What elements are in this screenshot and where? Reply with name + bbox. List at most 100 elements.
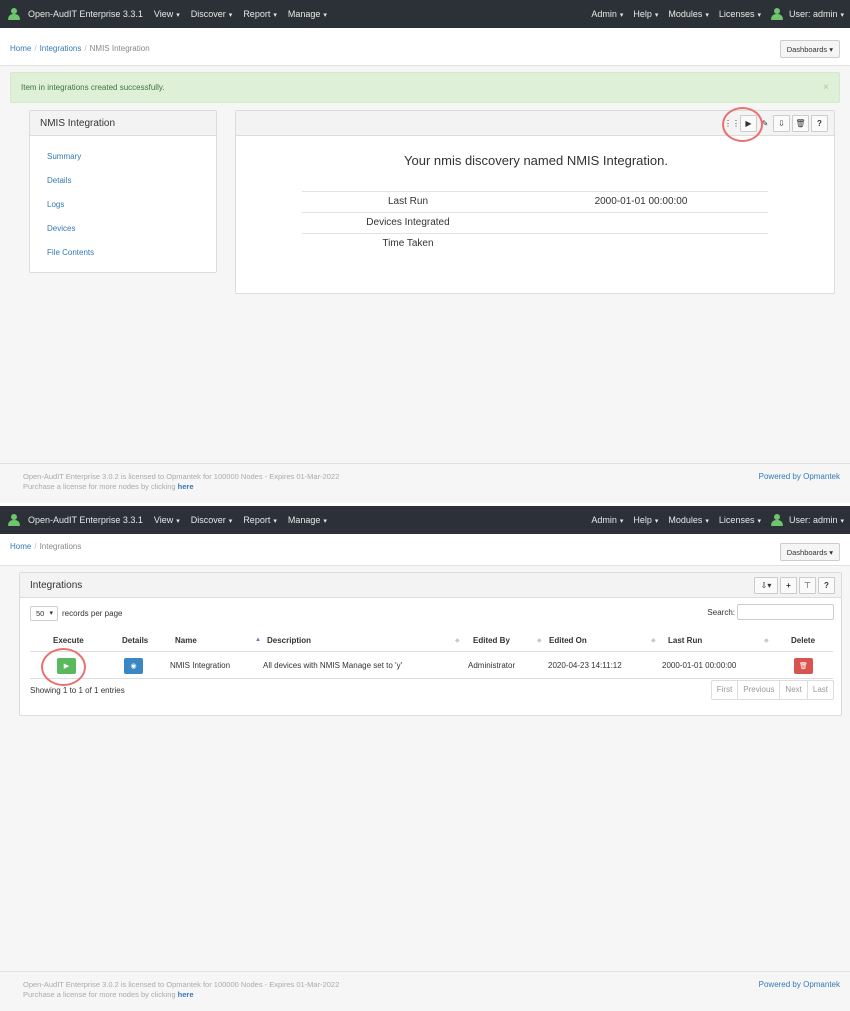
side-link-logs[interactable]: Logs [47,198,216,222]
details-button[interactable]: ◉ [124,658,143,674]
menu-help[interactable]: Help ▾ [633,9,658,19]
breadcrumb-current: NMIS Integration [89,44,150,53]
help-icon[interactable]: ? [818,577,835,594]
play-icon: ▶ [63,663,70,670]
license-text: Open-AudIT Enterprise 3.0.2 is licensed … [23,472,340,491]
menu-view[interactable]: View ▾ [154,9,180,19]
eye-icon: ◉ [130,663,137,670]
row-time-taken: Time Taken [302,233,768,254]
col-description[interactable]: Description [267,636,311,645]
caret-down-icon: ▾ [840,518,844,525]
menu-user[interactable]: User: admin ▾ [789,515,844,525]
col-details: Details [122,636,149,645]
open-audit-logo-icon[interactable] [8,514,20,526]
search-input[interactable] [737,604,834,620]
integrations-panel: Integrations ⇩▾ + ⊤ ? 50 ▾ records per pa… [19,572,842,716]
menu-modules[interactable]: Modules ▾ [668,515,709,525]
caret-down-icon: ▾ [323,518,327,525]
dashboards-button[interactable]: Dashboards ▾ [779,543,840,561]
caret-down-icon: ▾ [273,518,277,525]
breadcrumb: Home / Integrations / NMIS Integration [10,44,150,53]
powered-by-link[interactable]: Powered by Opmantek [759,980,840,989]
search-label: Search: [707,607,735,617]
menu-discover[interactable]: Discover ▾ [191,515,233,525]
records-per-page-label: records per page [62,609,123,618]
brand-link[interactable]: Open-AudIT Enterprise 3.3.1 [28,515,143,525]
page-last[interactable]: Last [806,681,833,699]
add-icon[interactable]: + [780,577,797,594]
menu-modules[interactable]: Modules ▾ [668,9,709,19]
page-next[interactable]: Next [779,681,806,699]
menu-user[interactable]: User: admin ▾ [789,9,844,19]
caret-down-icon: ▾ [273,12,277,19]
export-icon[interactable]: ⇩▾ [754,577,778,594]
menu-report[interactable]: Report ▾ [243,515,277,525]
filter-icon[interactable]: ⊤ [799,577,816,594]
menu-view[interactable]: View ▾ [154,515,180,525]
breadcrumb-home[interactable]: Home [10,44,31,53]
col-execute: Execute [53,636,84,645]
menu-manage[interactable]: Manage ▾ [288,9,327,19]
records-per-page: 50 ▾ records per page [30,606,122,621]
delete-button[interactable]: 🗑 [794,658,813,674]
pencil-icon[interactable]: ✎ [759,115,771,132]
side-link-details[interactable]: Details [47,174,216,198]
help-icon[interactable]: ? [811,115,828,132]
caret-down-icon: ▾ [619,12,624,19]
user-icon [770,8,783,20]
search-area: Search: [707,604,834,620]
side-link-summary[interactable]: Summary [47,150,216,174]
sort-icon: ◆ [651,638,656,644]
top-navbar: Open-AudIT Enterprise 3.3.1 View ▾ Discov… [0,0,850,28]
menu-licenses[interactable]: Licenses ▾ [719,9,761,19]
dashboards-button[interactable]: Dashboards ▾ [779,40,840,58]
row-devices-integrated: Devices Integrated [302,212,768,233]
license-here-link[interactable]: here [178,482,194,491]
caret-down-icon: ▾ [757,518,761,525]
side-panel: NMIS Integration Summary Details Logs De… [29,110,217,273]
records-per-page-select[interactable]: 50 ▾ [30,606,58,621]
execute-icon[interactable]: ▶ [740,115,757,132]
sort-icon: ◆ [537,638,542,644]
menu-help[interactable]: Help ▾ [633,515,658,525]
trash-icon: 🗑 [799,663,808,670]
menu-licenses[interactable]: Licenses ▾ [719,515,761,525]
caret-down-icon: ▾ [757,12,761,19]
side-panel-title: NMIS Integration [40,118,116,129]
execute-button[interactable]: ▶ [57,658,76,674]
export-icon[interactable]: ⇩ [773,115,790,132]
menu-manage[interactable]: Manage ▾ [288,515,327,525]
cell-name: NMIS Integration [170,661,231,670]
col-last-run[interactable]: Last Run [668,636,702,645]
menu-report[interactable]: Report ▾ [243,9,277,19]
close-icon[interactable]: × [823,73,829,103]
caret-down-icon: ▾ [176,12,180,19]
powered-by-link[interactable]: Powered by Opmantek [759,472,840,481]
main-panel: ⋮⋮ ▶ ✎ ⇩ 🗑 ? Your nmis discovery named N… [235,110,835,294]
breadcrumb-home[interactable]: Home [10,542,31,551]
col-edited-on[interactable]: Edited On [549,636,587,645]
row-last-run: Last Run 2000-01-01 00:00:00 [302,191,768,212]
col-name[interactable]: Name [175,636,197,645]
col-edited-by[interactable]: Edited By [473,636,510,645]
brand-link[interactable]: Open-AudIT Enterprise 3.3.1 [28,9,143,19]
page-previous[interactable]: Previous [737,681,779,699]
menu-admin[interactable]: Admin ▾ [591,515,623,525]
list-icon[interactable]: ⋮⋮ [724,115,740,132]
open-audit-logo-icon[interactable] [8,8,20,20]
page-first[interactable]: First [712,681,738,699]
footer: Open-AudIT Enterprise 3.0.2 is licensed … [0,463,850,503]
menu-discover[interactable]: Discover ▾ [191,9,233,19]
pagination: First Previous Next Last [710,680,834,700]
breadcrumb-integrations[interactable]: Integrations [40,44,82,53]
side-link-devices[interactable]: Devices [47,222,216,246]
alert-message: Item in integrations created successfull… [21,83,165,92]
caret-down-icon: ▾ [228,12,233,19]
caret-down-icon: ▾ [705,12,709,19]
caret-down-icon: ▾ [654,12,659,19]
side-link-file-contents[interactable]: File Contents [47,246,216,270]
license-here-link[interactable]: here [178,990,194,999]
license-text: Open-AudIT Enterprise 3.0.2 is licensed … [23,980,340,999]
trash-icon[interactable]: 🗑 [792,115,809,132]
menu-admin[interactable]: Admin ▾ [591,9,623,19]
